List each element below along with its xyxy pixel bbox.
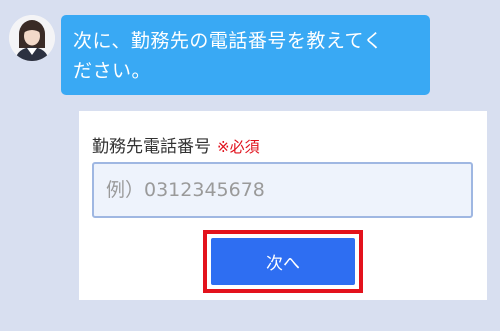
phone-label-text: 勤務先電話番号 [92,137,211,157]
next-button[interactable]: 次へ [211,238,355,285]
assistant-avatar [9,15,55,61]
required-mark: ※必須 [217,138,260,156]
chat-bubble: 次に、勤務先の電話番号を教えてく ださい。 [61,15,430,95]
highlight-frame: 次へ [203,230,363,293]
chat-message-line: ださい。 [73,60,152,82]
person-icon [9,15,55,61]
phone-field-label: 勤務先電話番号 ※必須 [92,132,260,157]
work-phone-input[interactable] [92,162,473,218]
phone-form-card: 勤務先電話番号 ※必須 次へ [79,111,487,300]
chat-message-line: 次に、勤務先の電話番号を教えてく [73,30,383,52]
